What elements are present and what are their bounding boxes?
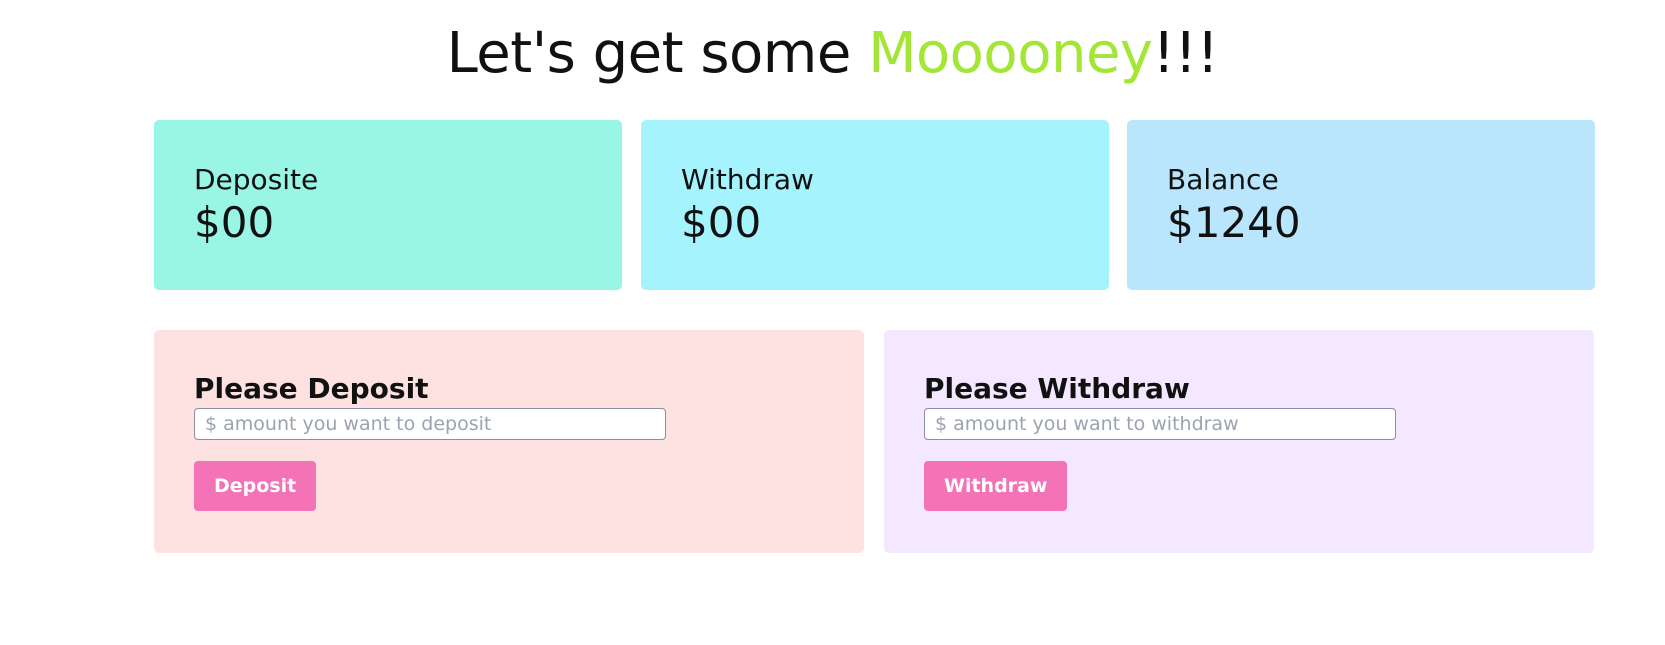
page: Let's get some Mooooney!!! Deposite $00 … (0, 0, 1665, 645)
page-title: Let's get some Mooooney!!! (0, 18, 1665, 90)
title-accent: Mooooney (868, 21, 1153, 86)
deposit-button[interactable]: Deposit (194, 461, 317, 511)
deposit-amount-input[interactable] (194, 408, 666, 440)
deposit-summary-value: $00 (194, 198, 275, 247)
withdraw-amount-input[interactable] (924, 408, 1396, 440)
deposit-form-card: Please Deposit Deposit (154, 330, 864, 553)
title-suffix: !!! (1152, 21, 1219, 86)
deposit-summary-label: Deposite (194, 163, 319, 196)
withdraw-button[interactable]: Withdraw (924, 461, 1068, 511)
balance-summary-card: Balance $1240 (1127, 120, 1595, 290)
balance-summary-value: $1240 (1167, 198, 1301, 247)
withdraw-summary-card: Withdraw $00 (641, 120, 1109, 290)
title-prefix: Let's get some (446, 21, 869, 86)
withdraw-form-card: Please Withdraw Withdraw (884, 330, 1594, 553)
deposit-summary-card: Deposite $00 (154, 120, 622, 290)
withdraw-summary-label: Withdraw (681, 163, 814, 196)
withdraw-summary-value: $00 (681, 198, 762, 247)
withdraw-form-title: Please Withdraw (924, 372, 1190, 405)
deposit-form-title: Please Deposit (194, 372, 429, 405)
balance-summary-label: Balance (1167, 163, 1279, 196)
